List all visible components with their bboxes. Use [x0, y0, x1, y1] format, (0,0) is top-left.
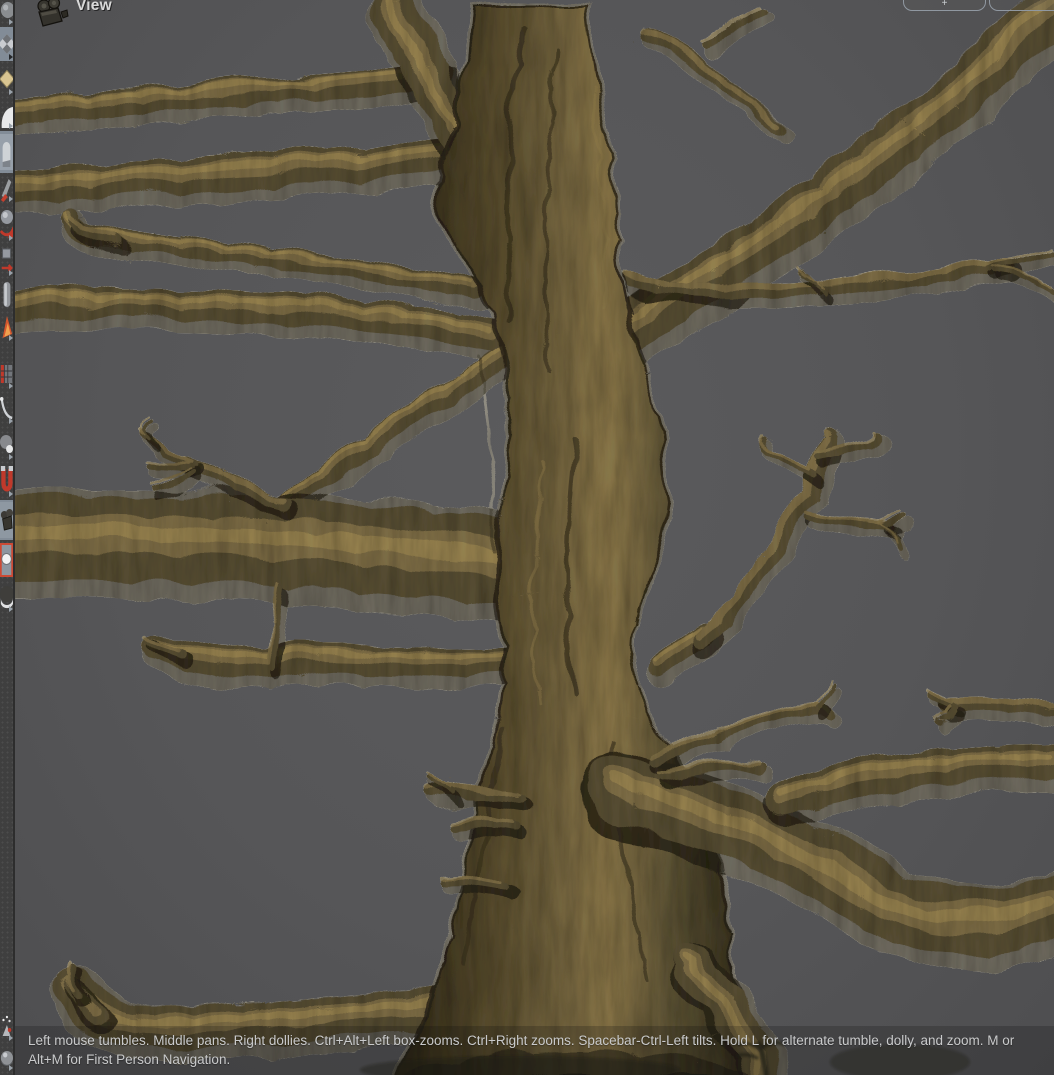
help-text: Left mouse tumbles. Middle pans. Right d… — [28, 1031, 1043, 1069]
axe-tool-icon[interactable] — [0, 175, 13, 203]
cylinder-tool-icon[interactable] — [0, 278, 13, 311]
flyout-arrow-icon — [9, 123, 13, 129]
falloff-tool-icon[interactable] — [0, 427, 13, 461]
move-tool-icon[interactable] — [0, 243, 13, 277]
flyout-arrow-icon — [9, 454, 13, 460]
sphere-tool-icon[interactable] — [0, 0, 13, 26]
dark-sphere-tool-icon[interactable] — [0, 579, 13, 613]
camera-icon[interactable] — [32, 0, 70, 28]
flyout-arrow-icon — [9, 606, 13, 612]
view-label[interactable]: View — [76, 0, 112, 15]
particle-spray-tool-icon[interactable] — [0, 1012, 13, 1042]
flame-tool-icon[interactable] — [0, 312, 13, 342]
arch-tool-icon[interactable] — [0, 131, 13, 173]
flyout-arrow-icon — [9, 89, 13, 95]
flyout-arrow-icon — [9, 1035, 13, 1041]
camera-texture-tool-icon[interactable] — [0, 500, 13, 540]
application-window: View + Left mouse tumbles. Middle pans. … — [0, 0, 1054, 1075]
left-toolbar — [0, 0, 15, 1075]
tree-3d-render — [0, 0, 1054, 1075]
white-shape-tool-icon[interactable] — [0, 104, 13, 130]
active-circle-tool-icon[interactable] — [0, 542, 13, 578]
curve-tool-icon[interactable] — [0, 392, 13, 425]
flyout-arrow-icon — [9, 19, 13, 25]
flyout-arrow-icon — [9, 235, 13, 241]
help-text-line-1: Left mouse tumbles. Middle pans. Right d… — [28, 1031, 1043, 1050]
magnet-snap-tool-icon[interactable] — [0, 462, 13, 498]
flyout-arrow-icon — [9, 491, 13, 497]
flyout-arrow-icon — [9, 335, 13, 341]
flyout-arrow-icon — [9, 1065, 13, 1071]
flyout-arrow-icon — [9, 270, 13, 276]
top-button-1-glyph: + — [942, 0, 948, 9]
rotate-tool-icon[interactable] — [0, 204, 13, 242]
checker-projection-tool-icon[interactable] — [0, 27, 13, 61]
small-sphere-tool-icon[interactable] — [0, 1044, 13, 1072]
flyout-arrow-icon — [9, 383, 13, 389]
help-text-line-2: Alt+M for First Person Navigation. — [28, 1050, 1043, 1069]
tan-card-tool-icon[interactable] — [0, 62, 13, 96]
top-button-1[interactable]: + — [903, 0, 986, 11]
flyout-arrow-icon — [9, 196, 13, 202]
flyout-arrow-icon — [9, 418, 13, 424]
flyout-arrow-icon — [9, 54, 13, 60]
grid-tool-icon[interactable] — [0, 358, 13, 390]
top-button-2[interactable] — [989, 0, 1054, 11]
